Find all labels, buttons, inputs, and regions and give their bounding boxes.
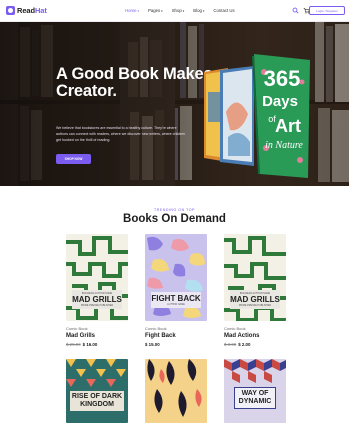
product-price: $ 15.00 [145,342,160,347]
chevron-down-icon: ▾ [182,8,185,13]
cover-title-panel: FIGHT BACK AUTHOR NAME [151,292,201,308]
nav-item-contact[interactable]: Contact Us [213,8,234,13]
hero-banner: A Good Book Makes Creator. We believe th… [0,22,349,186]
product-cover-image[interactable]: WAY OF DYNAMIC [224,359,286,423]
product-title[interactable]: Mad Actions [224,333,259,339]
nav-item-home[interactable]: Home ▾ [125,8,139,13]
old-price: $ 29.00 [66,342,81,347]
hero-title: A Good Book Makes Creator. [56,65,213,100]
book-cover-days: Days [262,93,298,110]
product-cover-image[interactable]: BOLDIEAR AUTHOR NAME MAD GRILLS PRIME PR… [224,234,286,321]
featured-books-image: 365 Days of Art in Nature [204,54,310,178]
book-front-365-days: 365 Days of Art in Nature [252,54,310,178]
product-title[interactable]: Mad Grills [66,333,95,339]
product-cover-image[interactable]: FIGHT BACK AUTHOR NAME [145,234,207,321]
product-price: $ 29.00 $ 16.00 [66,342,97,347]
book-cover-number: 365 [264,66,301,91]
product-price: $ 3.00 $ 2.00 [224,342,250,347]
product-card[interactable]: WAY OF DYNAMIC [224,359,286,423]
chevron-down-icon: ▾ [161,8,163,13]
flame-pattern-cover [145,359,207,423]
product-cover-image[interactable] [145,359,207,423]
product-category[interactable]: Comic Book [66,326,88,331]
shop-now-button[interactable]: SHOP NOW [56,154,91,164]
product-card[interactable]: BOLDIEAR AUTHOR NAME MAD GRILLS PRIME PR… [224,234,286,349]
chevron-down-icon: ▾ [202,8,205,13]
current-price: $ 15.00 [145,342,160,347]
nav-item-pages[interactable]: Pages ▾ [148,8,163,13]
product-card[interactable] [145,359,207,423]
main-nav: Home ▾ Pages ▾ Shop ▾ Blog ▾ Contact Us [125,8,235,13]
cover-title-panel: WAY OF DYNAMIC [234,387,276,409]
cover-title-panel: BOLDIEAR AUTHOR NAME MAD GRILLS PRIME PR… [72,290,122,309]
logo-text: ReadHat [17,6,47,15]
product-title[interactable]: Fight Back [145,333,176,339]
book-middle [220,66,254,166]
nav-item-shop[interactable]: Shop ▾ [172,8,185,13]
logo-icon [6,6,15,15]
old-price: $ 3.00 [224,342,237,347]
site-header: ReadHat Home ▾ Pages ▾ Shop ▾ Blog ▾ Contact… [0,0,349,22]
book-cover-art: Art [275,116,301,136]
section-title: Books On Demand [123,213,226,225]
section-eyebrow: TRENDING ON TOP [154,208,195,212]
nav-item-blog[interactable]: Blog ▾ [193,8,204,13]
product-card[interactable]: RISE OF DARK KINGDOM [66,359,128,423]
product-cover-image[interactable]: BOLDIEAR AUTHOR NAME MAD GRILLS PRIME PR… [66,234,128,321]
current-price: $ 16.00 [82,342,98,347]
chevron-down-icon: ▾ [137,8,139,13]
product-category[interactable]: Comic Book [145,326,167,331]
product-category[interactable]: Comic Book [224,326,246,331]
book-cover-in-nature: in Nature [265,140,303,151]
header-icons [292,7,310,14]
product-cover-image[interactable]: RISE OF DARK KINGDOM [66,359,128,423]
login-register-button[interactable]: Login / Register [309,6,345,15]
current-price: $ 2.00 [238,342,251,347]
cover-title-panel: BOLDIEAR AUTHOR NAME MAD GRILLS PRIME PR… [230,290,280,309]
search-icon[interactable] [292,7,299,14]
hero-description: We believe that bookstores are essential… [56,126,186,142]
product-card[interactable]: FIGHT BACK AUTHOR NAME Comic Book Fight … [145,234,207,349]
cover-title-panel: RISE OF DARK KINGDOM [70,391,124,411]
logo[interactable]: ReadHat [6,6,47,15]
product-card[interactable]: BOLDIEAR AUTHOR NAME MAD GRILLS PRIME PR… [66,234,128,349]
